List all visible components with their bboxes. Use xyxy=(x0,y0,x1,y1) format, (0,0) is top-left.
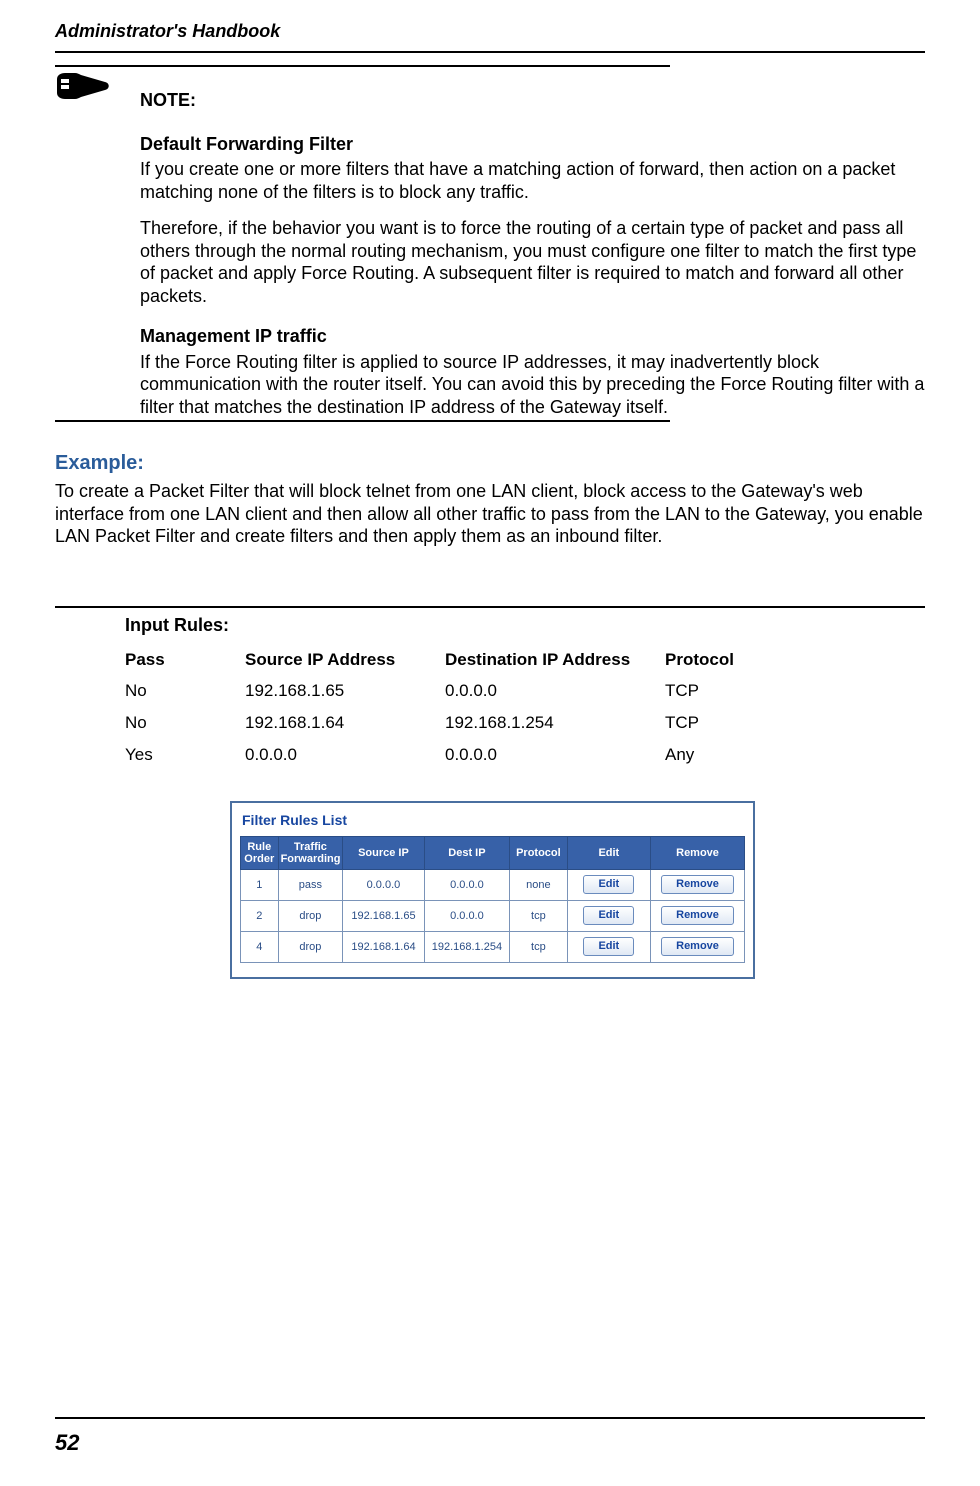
filter-rules-panel: Filter Rules List Rule Order Traffic For… xyxy=(230,801,755,978)
edit-button[interactable]: Edit xyxy=(583,937,634,956)
page-number: 52 xyxy=(55,1429,79,1458)
fr-cell: 4 xyxy=(241,931,279,962)
note-subhead-2: Management IP traffic xyxy=(140,325,925,348)
fr-cell: pass xyxy=(278,869,343,900)
fr-cell: 1 xyxy=(241,869,279,900)
ir-cell: 0.0.0.0 xyxy=(445,675,665,707)
edit-button[interactable]: Edit xyxy=(583,875,634,894)
fr-head-edit: Edit xyxy=(567,836,650,869)
table-row: 2 drop 192.168.1.65 0.0.0.0 tcp Edit Rem… xyxy=(241,900,745,931)
pointing-hand-icon xyxy=(55,65,115,105)
ir-cell: TCP xyxy=(665,707,765,739)
note-block: NOTE: Default Forwarding Filter If you c… xyxy=(55,67,925,418)
ir-cell: 0.0.0.0 xyxy=(245,739,445,771)
fr-cell: tcp xyxy=(510,900,567,931)
fr-cell: drop xyxy=(278,931,343,962)
fr-head-fwd: Traffic Forwarding xyxy=(278,836,343,869)
fr-cell: none xyxy=(510,869,567,900)
fr-cell: 192.168.1.254 xyxy=(424,931,510,962)
note-para-2: Therefore, if the behavior you want is t… xyxy=(140,217,925,307)
footer-rule xyxy=(55,1417,925,1419)
ir-cell: TCP xyxy=(665,675,765,707)
ir-head-pass: Pass xyxy=(125,645,245,675)
fr-cell-remove: Remove xyxy=(651,900,745,931)
ir-cell: No xyxy=(125,707,245,739)
ir-head-dst: Destination IP Address xyxy=(445,645,665,675)
header-rule xyxy=(55,51,925,53)
table-row: 1 pass 0.0.0.0 0.0.0.0 none Edit Remove xyxy=(241,869,745,900)
fr-cell-edit: Edit xyxy=(567,900,650,931)
table-row: 4 drop 192.168.1.64 192.168.1.254 tcp Ed… xyxy=(241,931,745,962)
fr-cell: 2 xyxy=(241,900,279,931)
example-title: Example: xyxy=(55,450,925,476)
input-rules-rule xyxy=(55,606,925,608)
note-para-3: If the Force Routing filter is applied t… xyxy=(140,351,925,419)
example-body: To create a Packet Filter that will bloc… xyxy=(55,480,925,548)
fr-cell-remove: Remove xyxy=(651,931,745,962)
fr-head-remove: Remove xyxy=(651,836,745,869)
table-row: Yes 0.0.0.0 0.0.0.0 Any xyxy=(125,739,765,771)
fr-cell: tcp xyxy=(510,931,567,962)
note-label: NOTE: xyxy=(140,89,925,112)
filter-rules-table: Rule Order Traffic Forwarding Source IP … xyxy=(240,836,745,963)
ir-cell: 192.168.1.65 xyxy=(245,675,445,707)
remove-button[interactable]: Remove xyxy=(661,875,734,894)
edit-button[interactable]: Edit xyxy=(583,906,634,925)
input-rules-title: Input Rules: xyxy=(125,614,980,637)
fr-cell: 0.0.0.0 xyxy=(343,869,424,900)
fr-head-order: Rule Order xyxy=(241,836,279,869)
fr-cell-edit: Edit xyxy=(567,869,650,900)
fr-cell-remove: Remove xyxy=(651,869,745,900)
ir-cell: Yes xyxy=(125,739,245,771)
fr-cell-edit: Edit xyxy=(567,931,650,962)
ir-head-prot: Protocol xyxy=(665,645,765,675)
ir-cell: 192.168.1.64 xyxy=(245,707,445,739)
page-header: Administrator's Handbook xyxy=(0,0,980,43)
fr-head-dst: Dest IP xyxy=(424,836,510,869)
input-rules-table: Pass Source IP Address Destination IP Ad… xyxy=(125,645,765,771)
table-row: No 192.168.1.65 0.0.0.0 TCP xyxy=(125,675,765,707)
remove-button[interactable]: Remove xyxy=(661,906,734,925)
ir-cell: Any xyxy=(665,739,765,771)
ir-cell: No xyxy=(125,675,245,707)
note-rule-bottom xyxy=(55,420,670,422)
note-para-1: If you create one or more filters that h… xyxy=(140,158,925,203)
remove-button[interactable]: Remove xyxy=(661,937,734,956)
fr-cell: 192.168.1.65 xyxy=(343,900,424,931)
fr-cell: 0.0.0.0 xyxy=(424,900,510,931)
fr-cell: drop xyxy=(278,900,343,931)
note-subhead-1: Default Forwarding Filter xyxy=(140,133,925,156)
table-row: No 192.168.1.64 192.168.1.254 TCP xyxy=(125,707,765,739)
fr-cell: 192.168.1.64 xyxy=(343,931,424,962)
example-section: Example: To create a Packet Filter that … xyxy=(55,450,925,548)
filter-rules-title: Filter Rules List xyxy=(242,811,745,829)
ir-head-src: Source IP Address xyxy=(245,645,445,675)
fr-head-prot: Protocol xyxy=(510,836,567,869)
fr-head-src: Source IP xyxy=(343,836,424,869)
fr-cell: 0.0.0.0 xyxy=(424,869,510,900)
ir-cell: 192.168.1.254 xyxy=(445,707,665,739)
input-rules-block: Input Rules: Pass Source IP Address Dest… xyxy=(55,606,980,772)
ir-cell: 0.0.0.0 xyxy=(445,739,665,771)
